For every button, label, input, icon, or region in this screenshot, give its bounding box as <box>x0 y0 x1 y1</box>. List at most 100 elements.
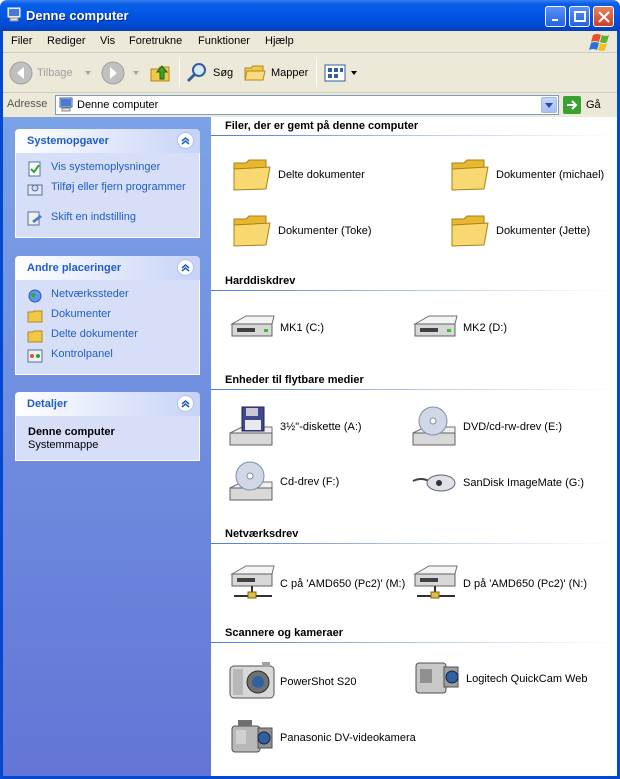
group-divider <box>211 135 617 136</box>
group-header-hdd: Harddiskdrev <box>225 275 296 287</box>
folder-icon <box>233 159 271 191</box>
camera-item[interactable]: Logitech QuickCam Web <box>414 657 587 701</box>
task-view-system-info[interactable]: Vis systemoplysninger <box>16 161 199 181</box>
forward-arrow-icon <box>101 61 125 85</box>
file-folder[interactable]: Dokumenter (michael) <box>450 155 604 195</box>
menu-bar: Filer Rediger Vis Foretrukne Funktioner … <box>3 31 617 53</box>
address-bar: Adresse Denne computer Gå <box>3 93 617 117</box>
panel-header[interactable]: Detaljer <box>15 392 200 416</box>
network-drive-item[interactable]: D på 'AMD650 (Pc2)' (N:) <box>411 562 587 606</box>
minimize-button[interactable] <box>545 6 566 27</box>
group-header-files: Filer, der er gemt på denne computer <box>225 120 419 132</box>
camera-item[interactable]: Panasonic DV-videokamera <box>228 716 416 760</box>
drive-item[interactable]: SanDisk ImageMate (G:) <box>411 469 584 497</box>
title-bar: Denne computer <box>0 0 620 31</box>
address-field[interactable]: Denne computer <box>55 95 559 115</box>
drive-item[interactable]: MK2 (D:) <box>411 310 507 346</box>
folders-icon <box>244 65 266 81</box>
toolbar: Tilbage Søg Mapper <box>3 53 617 93</box>
file-folder[interactable]: Delte dokumenter <box>232 155 365 195</box>
menu-tools[interactable]: Funktioner <box>198 35 250 47</box>
search-button[interactable]: Søg <box>185 59 233 87</box>
panel-header[interactable]: Andre placeringer <box>15 256 200 280</box>
file-folder[interactable]: Dokumenter (Jette) <box>450 211 590 251</box>
menu-help[interactable]: Hjælp <box>265 35 294 47</box>
video-camera-icon <box>231 720 273 753</box>
place-network[interactable]: Netværkssteder <box>16 288 199 308</box>
details-name: Denne computer <box>28 426 115 438</box>
control-panel-icon <box>27 211 42 226</box>
chevron-down-icon <box>545 103 553 108</box>
collapse-button[interactable] <box>177 395 194 412</box>
drive-item[interactable]: MK1 (C:) <box>228 310 324 346</box>
folder-icon <box>451 159 489 191</box>
forward-button[interactable] <box>101 59 141 87</box>
programs-icon <box>27 184 43 196</box>
folders-button[interactable]: Mapper <box>243 59 308 87</box>
computer-icon <box>7 7 21 22</box>
group-divider <box>211 642 617 643</box>
collapse-button[interactable] <box>177 132 194 149</box>
panel-body: Denne computer Systemmappe <box>15 416 200 461</box>
back-arrow-icon <box>9 61 33 85</box>
go-arrow-icon <box>563 96 581 114</box>
collapse-button[interactable] <box>177 259 194 276</box>
hard-drive-icon <box>230 315 275 337</box>
window-frame-left <box>0 31 3 779</box>
toolbar-separator <box>179 59 180 87</box>
file-folder[interactable]: Dokumenter (Toke) <box>232 211 372 251</box>
folder-icon <box>27 310 43 323</box>
group-divider <box>211 543 617 544</box>
network-drive-icon <box>413 565 458 599</box>
menu-file[interactable]: Filer <box>11 35 32 47</box>
system-tasks-panel: Systemopgaver Vis systemoplysninger Tilf… <box>15 129 200 238</box>
chevron-up-icon <box>181 137 190 145</box>
address-dropdown-button[interactable] <box>541 97 557 113</box>
network-globe-icon <box>28 289 42 303</box>
panel-body: Netværkssteder Dokumenter Delte dokument… <box>15 280 200 375</box>
maximize-button[interactable] <box>569 6 590 27</box>
task-change-setting[interactable]: Skift en indstilling <box>16 211 199 231</box>
windows-logo-icon <box>589 34 609 51</box>
menu-view[interactable]: Vis <box>100 35 115 47</box>
folder-up-icon <box>150 65 170 82</box>
cd-drive-icon <box>229 461 273 501</box>
menu-favorites[interactable]: Foretrukne <box>129 35 182 47</box>
folder-icon <box>27 330 43 343</box>
panel-header[interactable]: Systemopgaver <box>15 129 200 153</box>
place-control-panel[interactable]: Kontrolpanel <box>16 348 199 368</box>
network-drive-item[interactable]: C på 'AMD650 (Pc2)' (M:) <box>228 562 405 606</box>
drive-item[interactable]: DVD/cd-rw-drev (E:) <box>411 405 562 449</box>
group-header-scanners: Scannere og kameraer <box>225 627 344 639</box>
search-icon <box>186 63 206 83</box>
up-button[interactable] <box>149 59 173 87</box>
drive-item[interactable]: 3½"-diskette (A:) <box>228 405 362 449</box>
go-button[interactable]: Gå <box>563 96 601 114</box>
views-icon <box>324 64 346 82</box>
minimize-icon <box>552 19 558 21</box>
group-divider <box>211 389 617 390</box>
place-shared-documents[interactable]: Delte dokumenter <box>16 328 199 348</box>
chevron-up-icon <box>181 264 190 272</box>
hard-drive-icon <box>413 315 458 337</box>
maximize-icon <box>574 11 586 22</box>
network-drive-icon <box>230 565 275 599</box>
task-add-remove-programs[interactable]: Tilføj eller fjern programmer <box>16 181 199 211</box>
details-panel: Detaljer Denne computer Systemmappe <box>15 392 200 461</box>
address-label: Adresse <box>7 98 48 110</box>
toolbar-separator <box>316 59 317 87</box>
group-divider <box>211 290 617 291</box>
drive-item[interactable]: Cd-drev (F:) <box>228 460 339 504</box>
chevron-down-icon <box>133 71 139 75</box>
camera-icon <box>229 662 275 699</box>
chevron-down-icon <box>351 71 357 75</box>
close-button[interactable] <box>593 6 614 27</box>
place-documents[interactable]: Dokumenter <box>16 308 199 328</box>
back-button[interactable]: Tilbage <box>9 59 93 87</box>
views-button[interactable] <box>323 59 359 87</box>
other-places-panel: Andre placeringer Netværkssteder Dokumen… <box>15 256 200 375</box>
group-header-removable: Enheder til flytbare medier <box>225 374 364 386</box>
menu-edit[interactable]: Rediger <box>47 35 86 47</box>
control-panel-icon <box>27 349 43 363</box>
camera-item[interactable]: PowerShot S20 <box>228 660 356 704</box>
